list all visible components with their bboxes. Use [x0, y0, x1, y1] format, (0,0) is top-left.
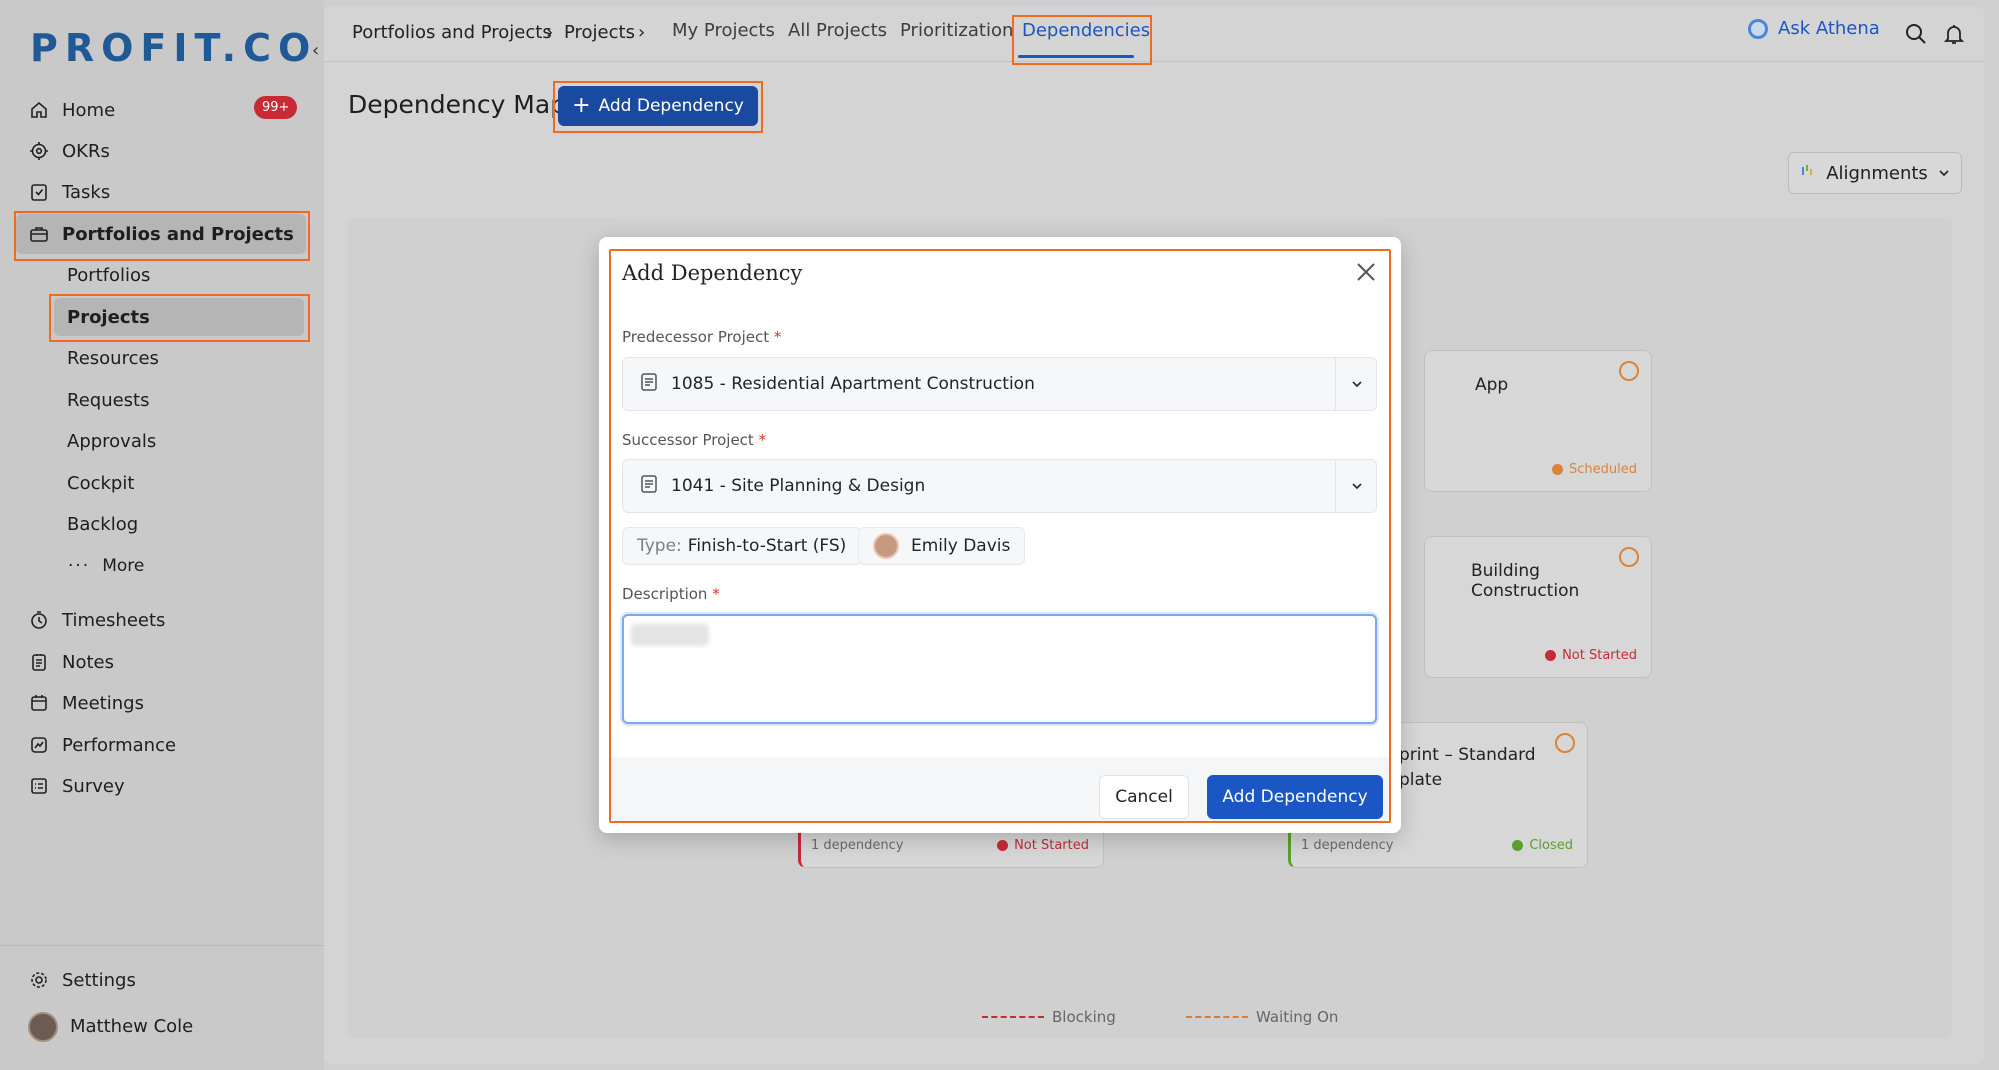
successor-value: 1041 - Site Planning & Design — [671, 476, 926, 496]
successor-label: Successor Project * — [622, 431, 766, 449]
select-separator — [1335, 358, 1336, 410]
assignee-name: Emily Davis — [911, 536, 1011, 556]
type-label: Type: — [637, 536, 682, 556]
required-mark: * — [773, 328, 782, 346]
assignee-avatar — [873, 533, 899, 559]
document-icon — [639, 474, 659, 499]
chevron-down-icon[interactable] — [1350, 376, 1364, 396]
type-value: Finish-to-Start (FS) — [687, 536, 847, 556]
successor-label-text: Successor Project — [622, 431, 754, 449]
submit-add-dependency-button[interactable]: Add Dependency — [1207, 775, 1383, 819]
modal-overlay: Add Dependency Predecessor Project * 108… — [0, 0, 1999, 1070]
assignee-chip[interactable]: Emily Davis — [858, 527, 1026, 565]
chevron-down-icon[interactable] — [1350, 478, 1364, 498]
predecessor-project-select[interactable]: 1085 - Residential Apartment Constructio… — [622, 357, 1377, 411]
description-textarea[interactable] — [622, 614, 1377, 724]
description-label-text: Description — [622, 585, 708, 603]
redacted-text — [631, 624, 709, 646]
dependency-type-chip[interactable]: Type: Finish-to-Start (FS) — [622, 527, 862, 565]
modal-title: Add Dependency — [622, 261, 803, 285]
select-separator — [1335, 460, 1336, 512]
cancel-button[interactable]: Cancel — [1099, 775, 1189, 819]
required-mark: * — [758, 431, 767, 449]
predecessor-value: 1085 - Residential Apartment Constructio… — [671, 374, 1035, 394]
required-mark: * — [712, 585, 720, 603]
predecessor-label-text: Predecessor Project — [622, 328, 770, 346]
successor-project-select[interactable]: 1041 - Site Planning & Design — [622, 459, 1377, 513]
document-icon — [639, 372, 659, 397]
close-icon[interactable] — [1353, 259, 1379, 285]
add-dependency-modal: Add Dependency Predecessor Project * 108… — [599, 237, 1401, 833]
predecessor-label: Predecessor Project * — [622, 328, 781, 346]
description-label: Description * — [622, 585, 720, 603]
